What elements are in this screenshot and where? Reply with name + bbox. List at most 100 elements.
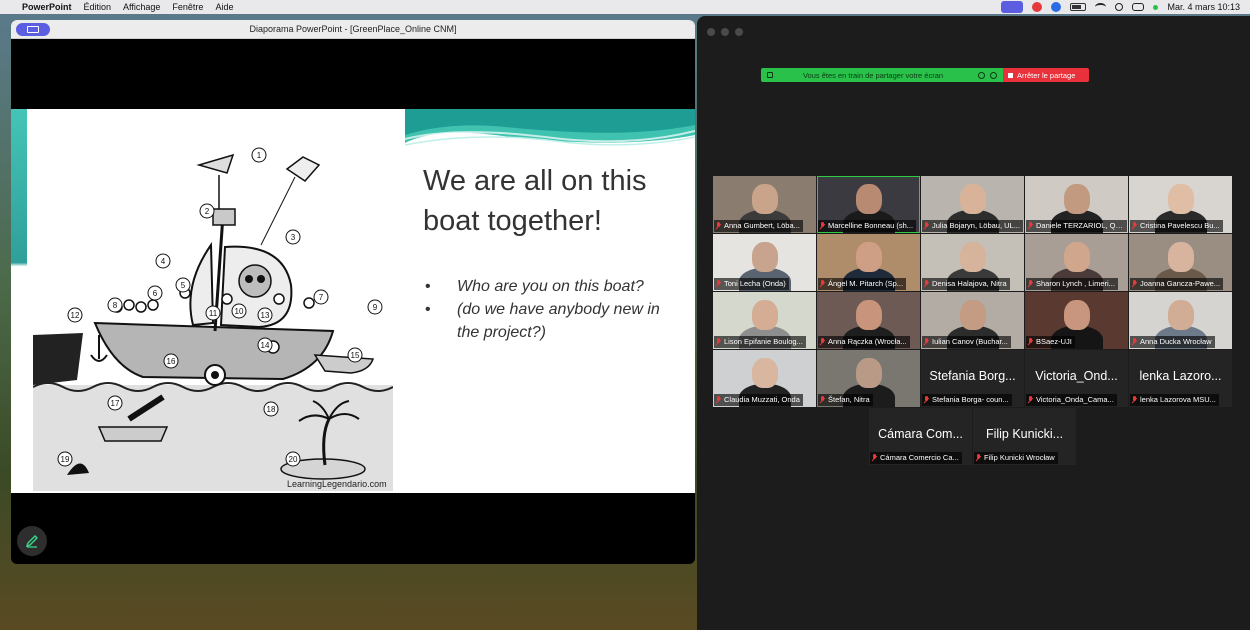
menu-fenetre[interactable]: Fenêtre [172,2,203,12]
participant-tile[interactable]: Toni Lecha (Onda) [713,234,816,291]
participant-face [1167,184,1194,214]
stop-sharing-label: Arrêter le partage [1017,70,1076,80]
participant-name: Toni Lecha (Onda) [724,279,786,288]
participant-name-label: Sharon Lynch , Limeri... [1026,278,1118,290]
participant-face [1063,184,1090,214]
participant-tile[interactable]: BSaez-UJI [1025,292,1128,349]
participant-name: Sharon Lynch , Limeri... [1036,279,1115,288]
svg-text:18: 18 [267,405,276,414]
participant-name: Cámara Comercio Ca... [880,453,959,462]
slide-title: We are all on this boat together! [423,165,647,237]
boat-illustration: 1 2 3 4 5 6 7 8 9 10 11 12 13 14 15 16 1 [33,147,393,491]
participant-name: Victoria_Onda_Cama... [1036,395,1114,404]
ppt-title-bar: Diaporama PowerPoint - [GreenPlace_Onlin… [11,20,695,39]
close-window-button[interactable] [707,28,715,36]
participant-tile[interactable]: Marcelline Bonneau (sh... [817,176,920,233]
slide-bullet: (do we have anybody new in the project?) [423,298,685,344]
shield-icon[interactable] [990,71,997,79]
participant-tile[interactable]: Štefan, Nitra [817,350,920,407]
menu-affichage[interactable]: Affichage [123,2,160,12]
pencil-icon [25,535,38,548]
participant-name-label: Victoria_Onda_Cama... [1026,394,1117,406]
svg-text:7: 7 [319,293,324,302]
participant-tile[interactable]: Anna Ducka Wrocław [1129,292,1232,349]
participant-tile[interactable]: Iulian Canov (Buchar... [921,292,1024,349]
menubar-app-name[interactable]: PowerPoint [22,2,72,12]
participant-name-label: lenka Lazorova MSU... [1130,394,1219,406]
svg-text:1: 1 [257,151,262,160]
participant-name-label: Stefania Borga- coun... [922,394,1012,406]
illustration-credit: LearningLegendario.com [287,479,387,489]
muted-mic-icon [1027,338,1033,346]
spotlight-search-icon[interactable] [1115,3,1124,11]
svg-text:10: 10 [235,307,244,316]
muted-mic-icon [715,222,721,230]
participant-face [1063,242,1090,272]
participant-face [751,184,778,214]
participant-tile[interactable]: Ángel M. Pitarch (Sp... [817,234,920,291]
svg-text:17: 17 [111,399,120,408]
menu-edition[interactable]: Édition [84,2,112,12]
participant-tile[interactable]: Cristina Pavelescu Bu... [1129,176,1232,233]
participant-tile[interactable]: Claudia Muzzati, Onda [713,350,816,407]
participant-name: Ángel M. Pitarch (Sp... [828,279,904,288]
participant-tile[interactable]: Julia Bojaryn, Löbau, UL... [921,176,1024,233]
zoom-share-icon[interactable] [1001,1,1024,13]
slide-accent-stripe [11,109,27,493]
muted-mic-icon [819,396,825,404]
participant-tile[interactable]: Denisa Halajova, Nitra [921,234,1024,291]
participant-tile[interactable]: Filip Kunicki... Filip Kunicki Wrocław [973,408,1076,465]
stop-icon [1008,72,1013,78]
participant-name-label: Anna Gumbert, Löba... [714,220,803,232]
battery-icon[interactable] [1070,3,1087,11]
presenter-view-button[interactable] [16,23,50,36]
participant-name-label: Daniele TERZARIOL, Qu... [1026,220,1127,232]
participant-tile[interactable]: Stefania Borg... Stefania Borga- coun... [921,350,1024,407]
participant-tile[interactable]: lenka Lazoro... lenka Lazorova MSU... [1129,350,1232,407]
participant-face [959,184,986,214]
participant-tile[interactable]: Cámara Com... Cámara Comercio Ca... [869,408,972,465]
menu-aide[interactable]: Aide [215,2,233,12]
app-status-icon[interactable] [1032,2,1043,12]
participant-tile[interactable]: Anna Rączka (Wrocła... [817,292,920,349]
participant-tile[interactable]: Victoria_Ond... Victoria_Onda_Cama... [1025,350,1128,407]
wifi-icon[interactable] [1095,3,1107,11]
participant-name-label: Marcelline Bonneau (sh... [818,220,917,232]
svg-text:19: 19 [61,455,70,464]
svg-text:12: 12 [71,311,80,320]
participant-name-label: Ángel M. Pitarch (Sp... [818,278,907,290]
menubar-datetime[interactable]: Mar. 4 mars 10:13 [1167,2,1240,12]
muted-mic-icon [715,396,721,404]
stop-sharing-button[interactable]: Arrêter le partage [1003,68,1089,82]
participant-face [751,300,778,330]
muted-mic-icon [819,222,825,230]
participant-tile[interactable]: Daniele TERZARIOL, Qu... [1025,176,1128,233]
menubar-status-area: Mar. 4 mars 10:13 [1001,1,1240,13]
participant-name-label: Julia Bojaryn, Löbau, UL... [922,220,1023,232]
minimize-window-button[interactable] [721,28,729,36]
zoom-window-button[interactable] [735,28,743,36]
muted-mic-icon [819,280,825,288]
participant-tile[interactable]: Anna Gumbert, Löba... [713,176,816,233]
participant-face [855,300,882,330]
participant-face [1167,242,1194,272]
participant-name-label: Claudia Muzzati, Onda [714,394,803,406]
participant-display-name: Filip Kunicki... [985,427,1064,441]
participant-tile[interactable]: Joanna Gancza-Pawe... [1129,234,1232,291]
muted-mic-icon [1027,280,1033,288]
zoom-status-icon[interactable] [1051,2,1062,12]
pen-tool-button[interactable] [17,526,47,556]
participant-name-label: Anna Ducka Wrocław [1130,336,1215,348]
svg-text:20: 20 [289,455,298,464]
participant-tile[interactable]: Sharon Lynch , Limeri... [1025,234,1128,291]
participant-name-label: Filip Kunicki Wrocław [974,452,1058,464]
svg-text:13: 13 [261,311,270,320]
control-center-icon[interactable] [1132,3,1145,11]
menubar: PowerPoint Édition Affichage Fenêtre Aid… [0,0,1250,14]
pause-share-icon[interactable] [978,71,985,79]
participant-name-label: Toni Lecha (Onda) [714,278,789,290]
powerpoint-slideshow-window: Diaporama PowerPoint - [GreenPlace_Onlin… [11,20,695,564]
svg-text:14: 14 [261,341,270,350]
participant-tile[interactable]: Lison Epifanie Boulog... [713,292,816,349]
svg-text:9: 9 [373,303,378,312]
